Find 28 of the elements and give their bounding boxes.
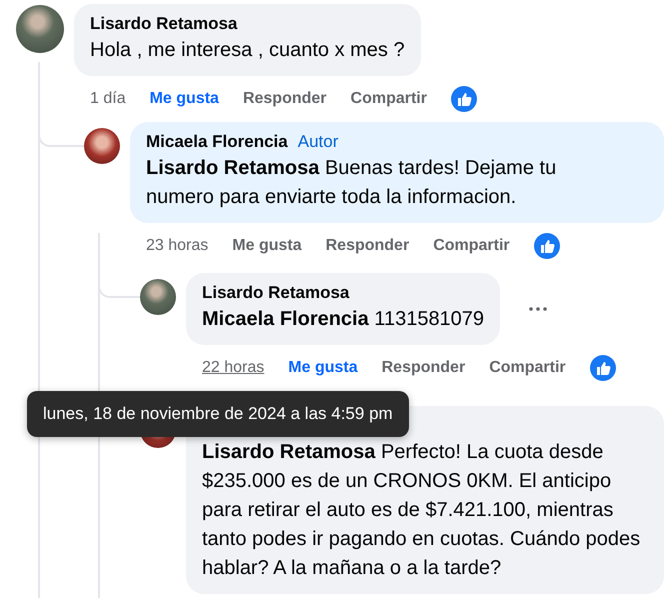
avatar[interactable] xyxy=(84,128,120,164)
comment-time[interactable]: 22 horas xyxy=(202,359,264,377)
author-name[interactable]: Micaela Florencia xyxy=(146,132,288,152)
author-name[interactable]: Lisardo Retamosa xyxy=(90,14,238,34)
comment-text: Micaela Florencia 1131581079 xyxy=(202,307,484,332)
comment-text: Lisardo Retamosa Buenas tardes! Dejame tu numero para enviarte toda la informacion. xyxy=(146,156,558,210)
like-reaction-icon[interactable] xyxy=(450,86,477,112)
avatar[interactable] xyxy=(140,279,176,315)
more-options-icon[interactable] xyxy=(528,306,548,312)
comment-text: Lisardo Retamosa Perfecto! La cuota desde $235.000 es de un CRONOS 0KM. El anticipo para retirar el auto es de $7.421.100, mientras tanto podes ir pagando en cuotas. Cuándo podes hablar? A la mañana o a la tarde? xyxy=(202,440,642,581)
share-link[interactable]: Compartir xyxy=(433,237,510,255)
author-label: Autor xyxy=(298,132,338,152)
like-reaction-icon[interactable] xyxy=(534,233,560,259)
like-link[interactable]: Me gusta xyxy=(150,90,219,108)
reply-link[interactable]: Responder xyxy=(326,237,410,255)
comment-time[interactable]: 23 horas xyxy=(146,237,208,255)
avatar[interactable] xyxy=(16,5,64,53)
author-name[interactable]: Lisardo Retamosa xyxy=(202,283,350,303)
like-link[interactable]: Me gusta xyxy=(232,237,302,255)
like-reaction-icon[interactable] xyxy=(590,355,616,381)
like-link[interactable]: Me gusta xyxy=(288,359,358,377)
comment-text: Hola , me interesa , cuanto x mes ? xyxy=(90,38,405,63)
reply-link[interactable]: Responder xyxy=(382,359,466,377)
share-link[interactable]: Compartir xyxy=(489,359,566,377)
share-link[interactable]: Compartir xyxy=(350,90,427,108)
comment-time[interactable]: 1 día xyxy=(90,90,126,108)
reply-link[interactable]: Responder xyxy=(242,90,327,108)
date-tooltip: lunes, 18 de noviembre de 2024 a las 4:59 pm xyxy=(27,391,409,437)
